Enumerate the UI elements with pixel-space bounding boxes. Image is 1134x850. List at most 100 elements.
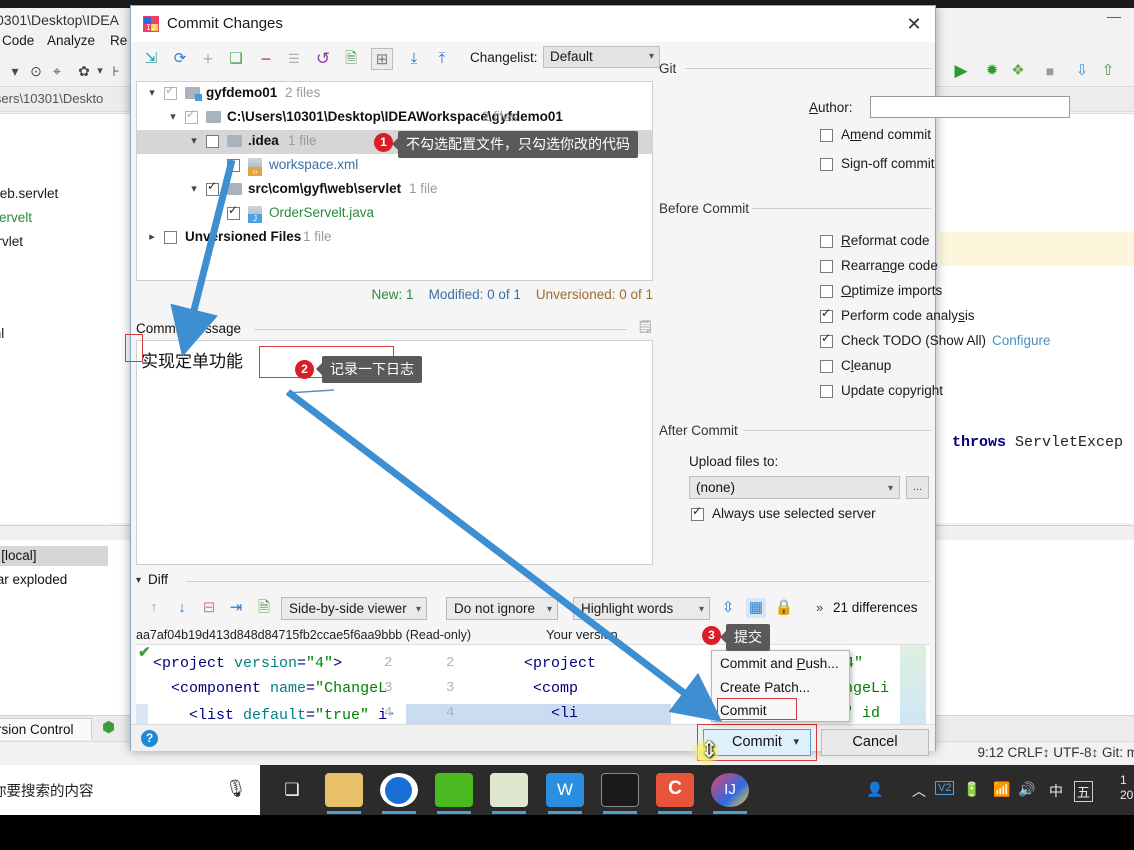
rearrange-code-checkbox[interactable]	[820, 260, 833, 273]
c-app-icon[interactable]	[435, 773, 473, 807]
vcs-tab-icon[interactable]: ⬢	[102, 718, 124, 738]
chevron-right-icon[interactable]: ▸	[145, 230, 159, 243]
align-left-icon[interactable]: ⊦	[106, 61, 126, 81]
volume-icon[interactable]: 🔊	[1018, 781, 1035, 798]
upload-files-select[interactable]: (none) ▾	[689, 476, 900, 499]
move-to-changelist-icon[interactable]: ❏	[225, 48, 247, 70]
diff-section-header[interactable]: ▾ Diff	[136, 572, 930, 590]
chevron-down-icon[interactable]: ▾	[187, 182, 201, 195]
tree-row-unversioned[interactable]: ▸ Unversioned Files 1 file	[137, 226, 652, 250]
v2-icon[interactable]: V2	[935, 781, 955, 795]
readonly-lock-icon[interactable]: 🔒	[774, 598, 794, 618]
whitespace-icon[interactable]: ▦	[746, 598, 766, 618]
stop-icon[interactable]: ■	[1040, 61, 1060, 81]
row-checkbox[interactable]	[206, 135, 219, 148]
cancel-button[interactable]: Cancel	[821, 729, 929, 756]
collapse-unchanged-toggle-icon[interactable]: ⇳	[718, 598, 738, 618]
vcs-commit-icon[interactable]: ⇧	[1098, 61, 1118, 81]
chevron-down-icon[interactable]: ▾	[145, 86, 159, 99]
close-icon[interactable]: ✕	[903, 14, 925, 36]
tree-item-package[interactable]: web.servlet	[0, 186, 58, 201]
vcs-update-icon[interactable]: ⇩	[1072, 61, 1092, 81]
next-diff-icon[interactable]: ↓	[172, 598, 192, 618]
upload-browse-button[interactable]: ...	[906, 476, 929, 499]
sign-off-commit-checkbox[interactable]	[820, 158, 833, 171]
edit-source-icon[interactable]: 🗎	[254, 598, 274, 618]
intellij-idea-icon[interactable]: IJ	[711, 773, 749, 807]
chevron-down-icon[interactable]: ▾	[166, 110, 180, 123]
taskbar-search[interactable]: 你要搜索的内容 🎙	[0, 765, 260, 815]
coverage-icon[interactable]: ❖	[1008, 61, 1028, 81]
cleanup-checkbox[interactable]	[820, 360, 833, 373]
reformat-code-checkbox[interactable]	[820, 235, 833, 248]
tree-row-module[interactable]: ▾ gyfdemo01 2 files	[137, 82, 652, 106]
edit-source-icon[interactable]: 🗎	[340, 48, 362, 70]
expand-icon[interactable]: ⊞	[371, 48, 393, 70]
camtasia-icon[interactable]: C	[656, 773, 694, 807]
chevron-down-icon[interactable]: ▾	[136, 575, 141, 586]
microphone-icon[interactable]: 🎙	[225, 779, 247, 799]
revert-icon[interactable]: ↺	[312, 48, 334, 70]
expand-more-icon[interactable]: »	[816, 600, 823, 615]
tab-version-control[interactable]: rsion Control	[0, 718, 92, 740]
author-input[interactable]	[870, 96, 1070, 118]
menu-item-create-patch[interactable]: Create Patch...	[712, 676, 849, 700]
debug-icon[interactable]: ✹	[982, 61, 1002, 81]
tree-row-src-servlet[interactable]: ▾ src\com\gyf\web\servlet 1 file	[137, 178, 652, 202]
run-icon[interactable]: ▶	[951, 61, 971, 81]
group-by-icon[interactable]: ☰	[283, 48, 305, 70]
perform-code-analysis-checkbox[interactable]	[820, 306, 833, 323]
diff-accept-left-icon[interactable]: ✔	[138, 645, 151, 661]
row-checkbox[interactable]	[164, 83, 177, 100]
row-checkbox[interactable]	[206, 179, 219, 196]
row-checkbox[interactable]	[185, 107, 198, 124]
check-todo-checkbox[interactable]	[820, 331, 833, 348]
add-icon[interactable]: +	[197, 48, 219, 70]
delete-icon[interactable]: −	[255, 48, 277, 70]
collapse-all-icon[interactable]: ⤓	[403, 48, 425, 70]
chevron-down-icon[interactable]: ▾	[5, 61, 25, 81]
apply-left-icon[interactable]: ⇥	[226, 598, 246, 618]
editor-icon[interactable]	[490, 773, 528, 807]
update-copyright-checkbox[interactable]	[820, 385, 833, 398]
tree-row-orderservelt-java[interactable]: OrderServelt.java	[137, 202, 652, 226]
clock-date[interactable]: 1 201	[1120, 773, 1134, 803]
amend-commit-checkbox[interactable]	[820, 129, 833, 142]
changelist-select[interactable]: Default ▾	[543, 46, 660, 68]
deployment-item-war[interactable]: var exploded	[0, 572, 67, 587]
chevron-up-icon[interactable]: ︿	[912, 781, 926, 801]
tree-item-servlet[interactable]: Servelt	[0, 210, 32, 225]
changed-files-tree[interactable]: ▾ gyfdemo01 2 files ▾ C:\Users\10301\Des…	[136, 81, 653, 281]
collapse-unchanged-icon[interactable]: ⊟	[199, 598, 219, 618]
expand-all-icon[interactable]: ⤒	[431, 48, 453, 70]
tree-item-xml[interactable]: ml	[0, 326, 4, 341]
menu-refactor[interactable]: Re	[110, 33, 127, 48]
chevron-down-icon[interactable]: ▾	[187, 134, 201, 147]
file-explorer-icon[interactable]	[325, 773, 363, 807]
terminal-icon[interactable]	[601, 773, 639, 807]
tree-item-servlet2[interactable]: ervlet	[0, 234, 23, 249]
prev-diff-icon[interactable]: ↑	[144, 598, 164, 618]
help-button[interactable]: ?	[141, 730, 158, 747]
configure-link[interactable]: Configure	[992, 333, 1051, 348]
row-checkbox[interactable]	[164, 231, 177, 244]
always-use-server-checkbox[interactable]	[691, 504, 704, 521]
row-checkbox[interactable]	[227, 203, 240, 220]
move-icon[interactable]: ⌖	[47, 61, 67, 81]
commit-dropdown-menu[interactable]: Commit and Push... Create Patch... Commi…	[711, 650, 850, 722]
deployment-item-local[interactable]: 1 [local]	[0, 548, 37, 563]
ime-cn-icon[interactable]: 中	[1049, 781, 1063, 801]
viewer-mode-select[interactable]: Side-by-side viewer ▾	[281, 597, 427, 620]
target-icon[interactable]: ⊙	[26, 61, 46, 81]
task-view-icon[interactable]: ❏	[273, 773, 311, 807]
highlight-mode-select[interactable]: Highlight words ▾	[573, 597, 710, 620]
battery-icon[interactable]: 🔋	[963, 781, 980, 798]
show-diff-icon[interactable]: ⇲	[140, 48, 162, 70]
refresh-icon[interactable]: ⟳	[169, 48, 191, 70]
row-checkbox[interactable]	[227, 159, 240, 172]
tree-row-path[interactable]: ▾ C:\Users\10301\Desktop\IDEAWorkspace\g…	[137, 106, 652, 130]
diff-minimap[interactable]	[900, 645, 926, 724]
menu-code[interactable]: Code	[2, 33, 34, 48]
browser-icon[interactable]	[380, 773, 418, 807]
optimize-imports-checkbox[interactable]	[820, 285, 833, 298]
